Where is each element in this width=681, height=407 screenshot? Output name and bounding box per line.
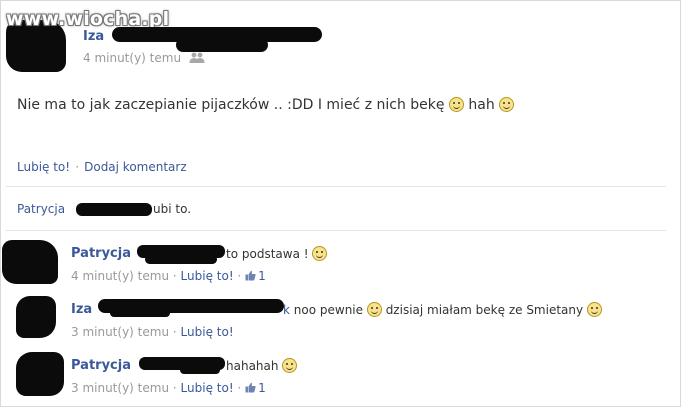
tongue-emoji-icon: [448, 97, 464, 112]
post-timestamp[interactable]: 4 minut(y) temu: [83, 51, 205, 65]
divider: [6, 230, 666, 231]
redaction-scribble: [176, 38, 268, 52]
liker-name[interactable]: Patrycja: [17, 202, 65, 216]
comment-text: hahahah: [226, 358, 298, 373]
comment-like-link[interactable]: Lubię to!: [181, 381, 234, 395]
comment-like-link[interactable]: Lubię to!: [181, 269, 234, 283]
like-count-text: 1: [258, 381, 266, 395]
comment-avatar-redacted: [2, 240, 58, 284]
comment-time[interactable]: 3 minut(y) temu: [71, 381, 169, 395]
comment-like-count[interactable]: 1: [245, 381, 266, 395]
grin-emoji-icon: [312, 246, 328, 261]
comment-time[interactable]: 3 minut(y) temu: [71, 325, 169, 339]
comment-meta: 3 minut(y) temu · Lubię to! · 1: [71, 381, 266, 395]
divider: [6, 186, 666, 187]
group-icon: [189, 52, 205, 63]
post-text-tail: hah: [468, 97, 495, 113]
post-time-text[interactable]: 4 minut(y) temu: [83, 51, 181, 65]
comment-meta: 4 minut(y) temu · Lubię to! · 1: [71, 269, 266, 283]
meta-separator: ·: [237, 269, 242, 283]
comment-text-main: hahahah: [226, 359, 279, 373]
comment-like-link[interactable]: Lubię to!: [181, 325, 234, 339]
smile-emoji-icon: [366, 302, 382, 317]
redaction-scribble: [110, 309, 170, 317]
like-link[interactable]: Lubię to!: [17, 160, 70, 174]
post-author-name[interactable]: Iza: [83, 29, 104, 44]
redaction-scribble: [145, 255, 217, 264]
comment-time[interactable]: 4 minut(y) temu: [71, 269, 169, 283]
comment-author-name[interactable]: Iza: [71, 302, 92, 317]
comment-text: k noo pewnie dzisiaj miałam bekę ze Smie…: [283, 302, 602, 317]
comment-text-main: noo pewnie: [293, 303, 364, 317]
likes-suffix: ubi to.: [153, 202, 192, 216]
thumbs-up-icon: [245, 270, 256, 281]
thumbs-up-icon: [245, 382, 256, 393]
comment-text-main: to podstawa !: [226, 247, 309, 261]
add-comment-link[interactable]: Dodaj komentarz: [84, 160, 187, 174]
meta-separator: ·: [172, 269, 177, 283]
comment-like-count[interactable]: 1: [245, 269, 266, 283]
grin-emoji-icon: [586, 302, 602, 317]
grin-emoji-icon: [282, 358, 298, 373]
redaction-scribble: [76, 203, 152, 216]
comment-avatar-redacted: [16, 352, 64, 396]
meta-separator: ·: [172, 325, 177, 339]
comment-text: to podstawa !: [226, 246, 328, 261]
like-count-text: 1: [258, 269, 266, 283]
action-separator: ·: [75, 160, 80, 174]
post-actions: Lubię to! · Dodaj komentarz: [17, 156, 187, 175]
comment-avatar-redacted: [16, 296, 56, 338]
post-text-main: Nie ma to jak zaczepianie pijaczków .. :…: [17, 97, 445, 113]
comment-text-partial: k: [283, 303, 290, 317]
redaction-scribble: [180, 366, 220, 374]
comment-author-name[interactable]: Patrycja: [71, 358, 131, 373]
comment-text-second: dzisiaj miałam bekę ze Smietany: [385, 303, 584, 317]
comment-meta: 3 minut(y) temu · Lubię to!: [71, 325, 234, 339]
meta-separator: ·: [172, 381, 177, 395]
post-text: Nie ma to jak zaczepianie pijaczków .. :…: [17, 97, 515, 113]
comment-author-name[interactable]: Patrycja: [71, 246, 131, 261]
smile-emoji-icon: [499, 97, 515, 112]
likes-row: Patrycja: [17, 202, 65, 216]
meta-separator: ·: [237, 381, 242, 395]
